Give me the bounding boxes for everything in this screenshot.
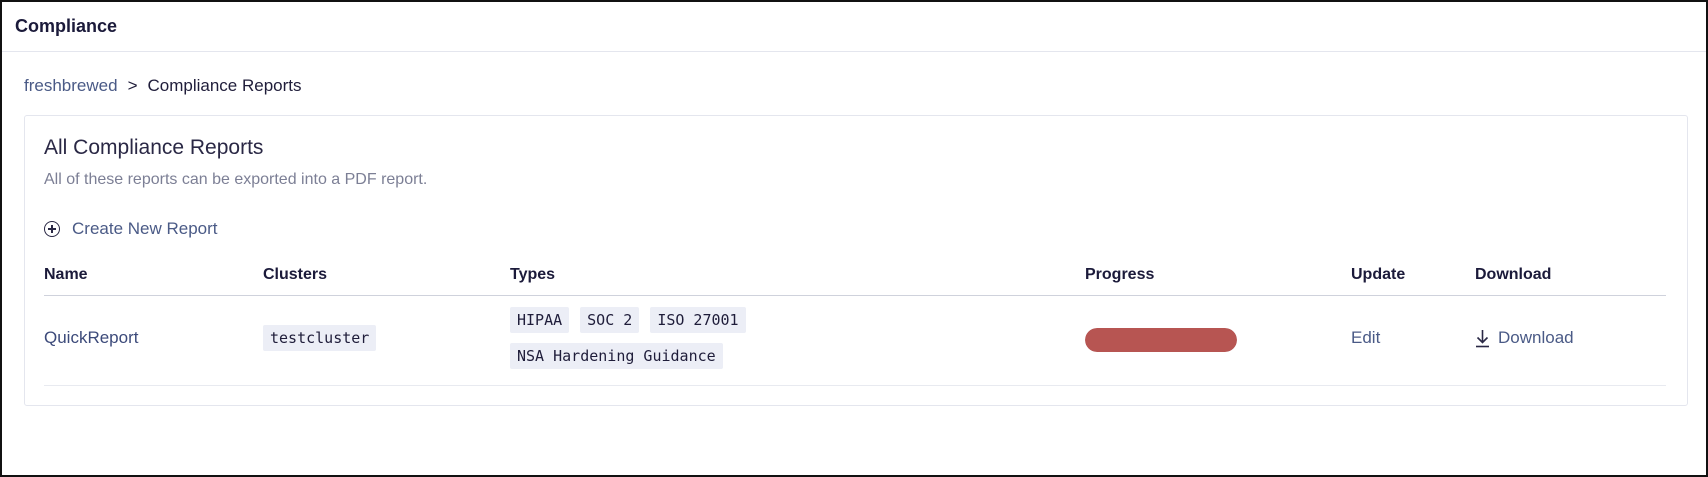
breadcrumb-separator: >: [127, 76, 138, 95]
app-window: Compliance freshbrewed > Compliance Repo…: [0, 0, 1708, 477]
breadcrumb: freshbrewed > Compliance Reports: [24, 76, 302, 96]
column-header-download: Download: [1475, 266, 1552, 283]
progress-bar: [1085, 328, 1237, 352]
column-header-types: Types: [510, 266, 556, 283]
progress-bar-fill: [1085, 328, 1237, 352]
breadcrumb-link-freshbrewed[interactable]: freshbrewed: [24, 76, 118, 96]
create-new-report-label: Create New Report: [72, 219, 218, 238]
table-header: Name Clusters Types Progress Update Down…: [44, 260, 1666, 296]
page-title: Compliance: [15, 16, 118, 36]
top-bar: Compliance: [2, 2, 1706, 52]
card-title: All Compliance Reports: [44, 136, 264, 159]
cluster-tag: testcluster: [263, 325, 377, 351]
create-new-report-button[interactable]: Create New Report: [44, 219, 218, 239]
download-icon: [1475, 329, 1490, 348]
column-header-progress: Progress: [1085, 266, 1155, 283]
column-header-clusters: Clusters: [263, 266, 328, 283]
breadcrumb-current: Compliance Reports: [147, 76, 302, 95]
table-row: QuickReport testcluster HIPAA SOC 2 ISO …: [44, 296, 1666, 386]
type-tag-iso27001: ISO 27001: [650, 307, 746, 333]
download-report-link[interactable]: Download: [1475, 328, 1574, 348]
type-tag-nsa-hardening: NSA Hardening Guidance: [510, 343, 723, 369]
report-name-link[interactable]: QuickReport: [44, 328, 138, 348]
type-tag-hipaa: HIPAA: [510, 307, 570, 333]
reports-table: Name Clusters Types Progress Update Down…: [44, 260, 1666, 386]
card-subtitle: All of these reports can be exported int…: [44, 171, 428, 188]
cluster-cell: testcluster: [263, 325, 377, 351]
type-tag-soc2: SOC 2: [580, 307, 640, 333]
column-header-update: Update: [1351, 266, 1406, 283]
progress-cell: [1085, 328, 1237, 352]
download-label: Download: [1498, 328, 1574, 347]
edit-report-link[interactable]: Edit: [1351, 328, 1380, 348]
types-cell: HIPAA SOC 2 ISO 27001 NSA Hardening Guid…: [510, 307, 770, 379]
plus-circle-icon: [44, 221, 60, 237]
column-header-name: Name: [44, 266, 88, 283]
reports-card: All Compliance Reports All of these repo…: [24, 115, 1688, 406]
